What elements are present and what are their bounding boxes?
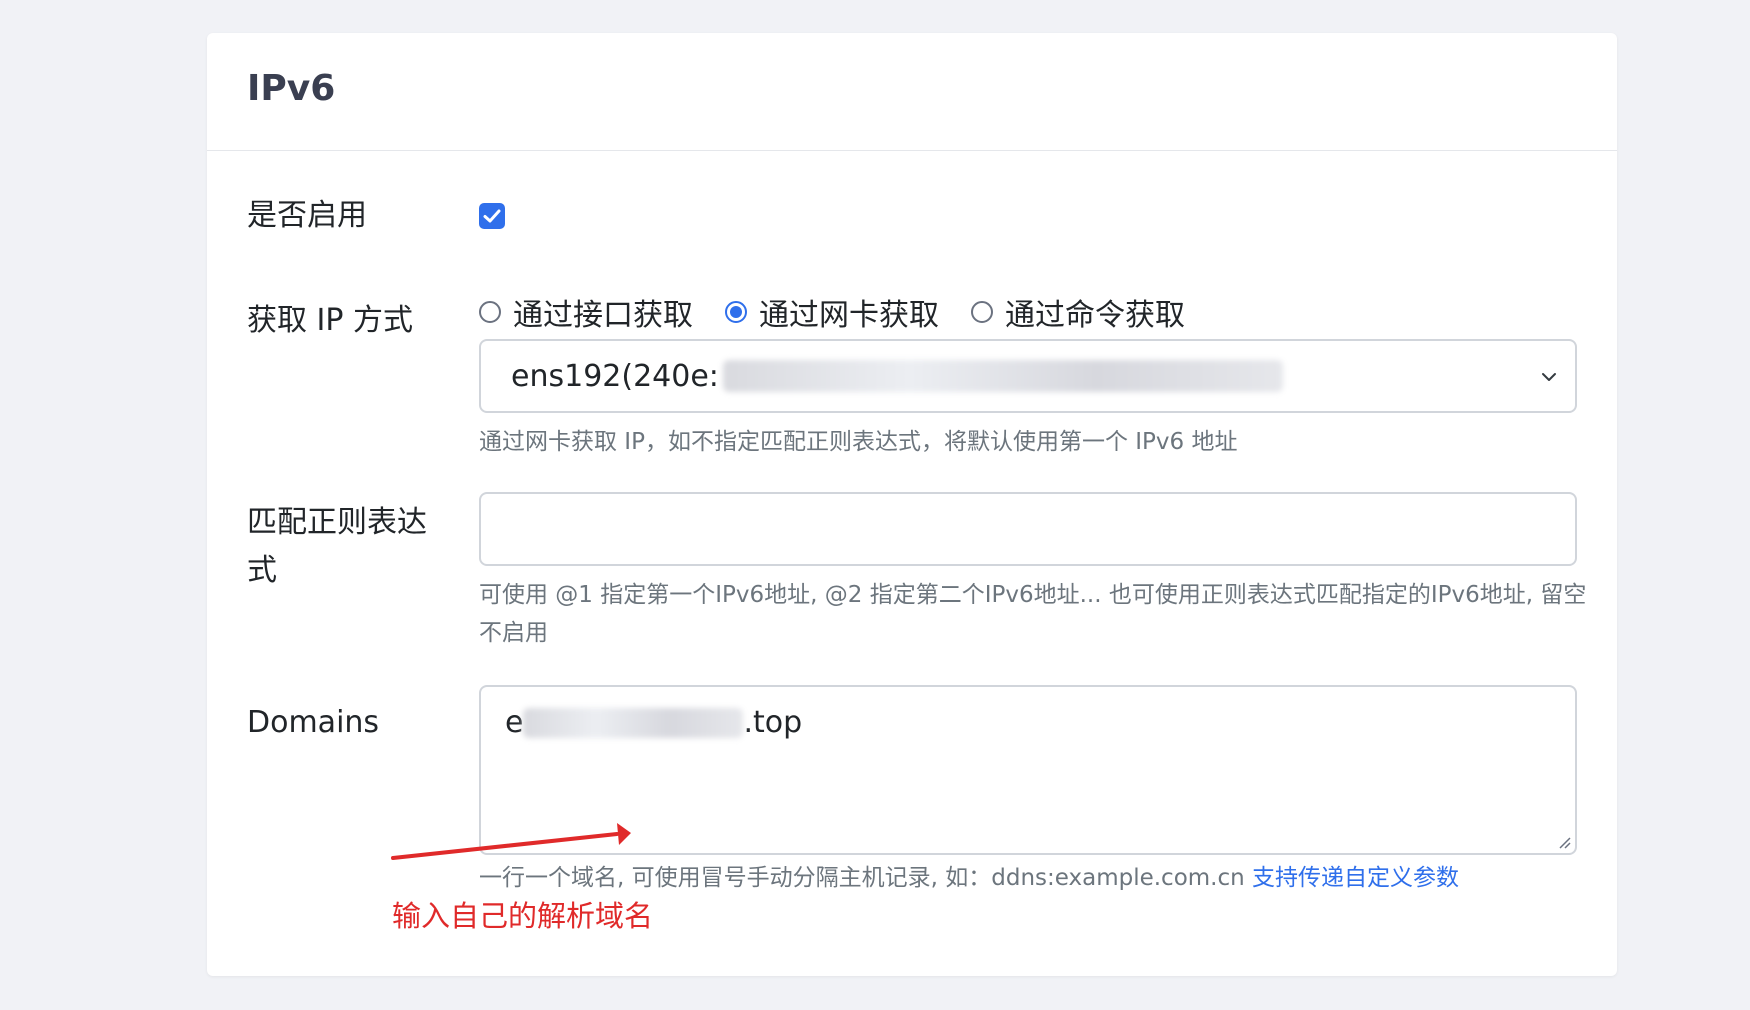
annotation-text: 输入自己的解析域名: [392, 899, 654, 933]
radio-label: 通过命令获取: [1005, 298, 1185, 333]
ip-method-label: 获取 IP 方式: [247, 303, 414, 338]
domains-value-suffix: .top: [743, 705, 803, 740]
check-icon: [483, 209, 501, 223]
ip-method-help: 通过网卡获取 IP，如不指定匹配正则表达式，将默认使用第一个 IPv6 地址: [479, 429, 1238, 455]
ip-method-radio-group: 通过接口获取 通过网卡获取 通过命令获取: [479, 290, 1217, 334]
enable-label: 是否启用: [247, 198, 367, 233]
enable-checkbox[interactable]: [479, 203, 505, 229]
custom-params-link[interactable]: 支持传递自定义参数: [1252, 865, 1459, 891]
redacted-text: [523, 708, 744, 738]
ipv6-card: IPv6 是否启用 获取 IP 方式 通过接口获取 通过网卡获取 通过命令获取 …: [207, 33, 1617, 976]
regex-help: 可使用 @1 指定第一个IPv6地址, @2 指定第二个IPv6地址... 也可…: [479, 582, 1587, 646]
regex-label: 匹配正则表达式: [247, 505, 427, 588]
radio-option-interface[interactable]: 通过接口获取: [479, 290, 693, 334]
nic-select[interactable]: ens192(240e:: [479, 339, 1577, 413]
card-title: IPv6: [247, 68, 336, 109]
redacted-text: [722, 360, 1283, 392]
nic-select-value: ens192(240e:: [511, 358, 719, 394]
chevron-down-icon: [1542, 373, 1556, 381]
radio-label: 通过接口获取: [513, 298, 693, 333]
domains-value-prefix: e: [505, 705, 524, 740]
card-header: IPv6: [207, 33, 1617, 151]
radio-button[interactable]: [971, 301, 993, 323]
radio-option-command[interactable]: 通过命令获取: [971, 290, 1185, 334]
radio-label: 通过网卡获取: [759, 298, 939, 333]
domains-label: Domains: [247, 705, 380, 740]
radio-button[interactable]: [479, 301, 501, 323]
radio-button-selected[interactable]: [725, 301, 747, 323]
annotation-arrow-icon: [391, 823, 631, 860]
resize-handle-icon[interactable]: [1557, 835, 1571, 849]
radio-option-nic[interactable]: 通过网卡获取: [725, 290, 939, 334]
regex-input[interactable]: [479, 492, 1577, 566]
